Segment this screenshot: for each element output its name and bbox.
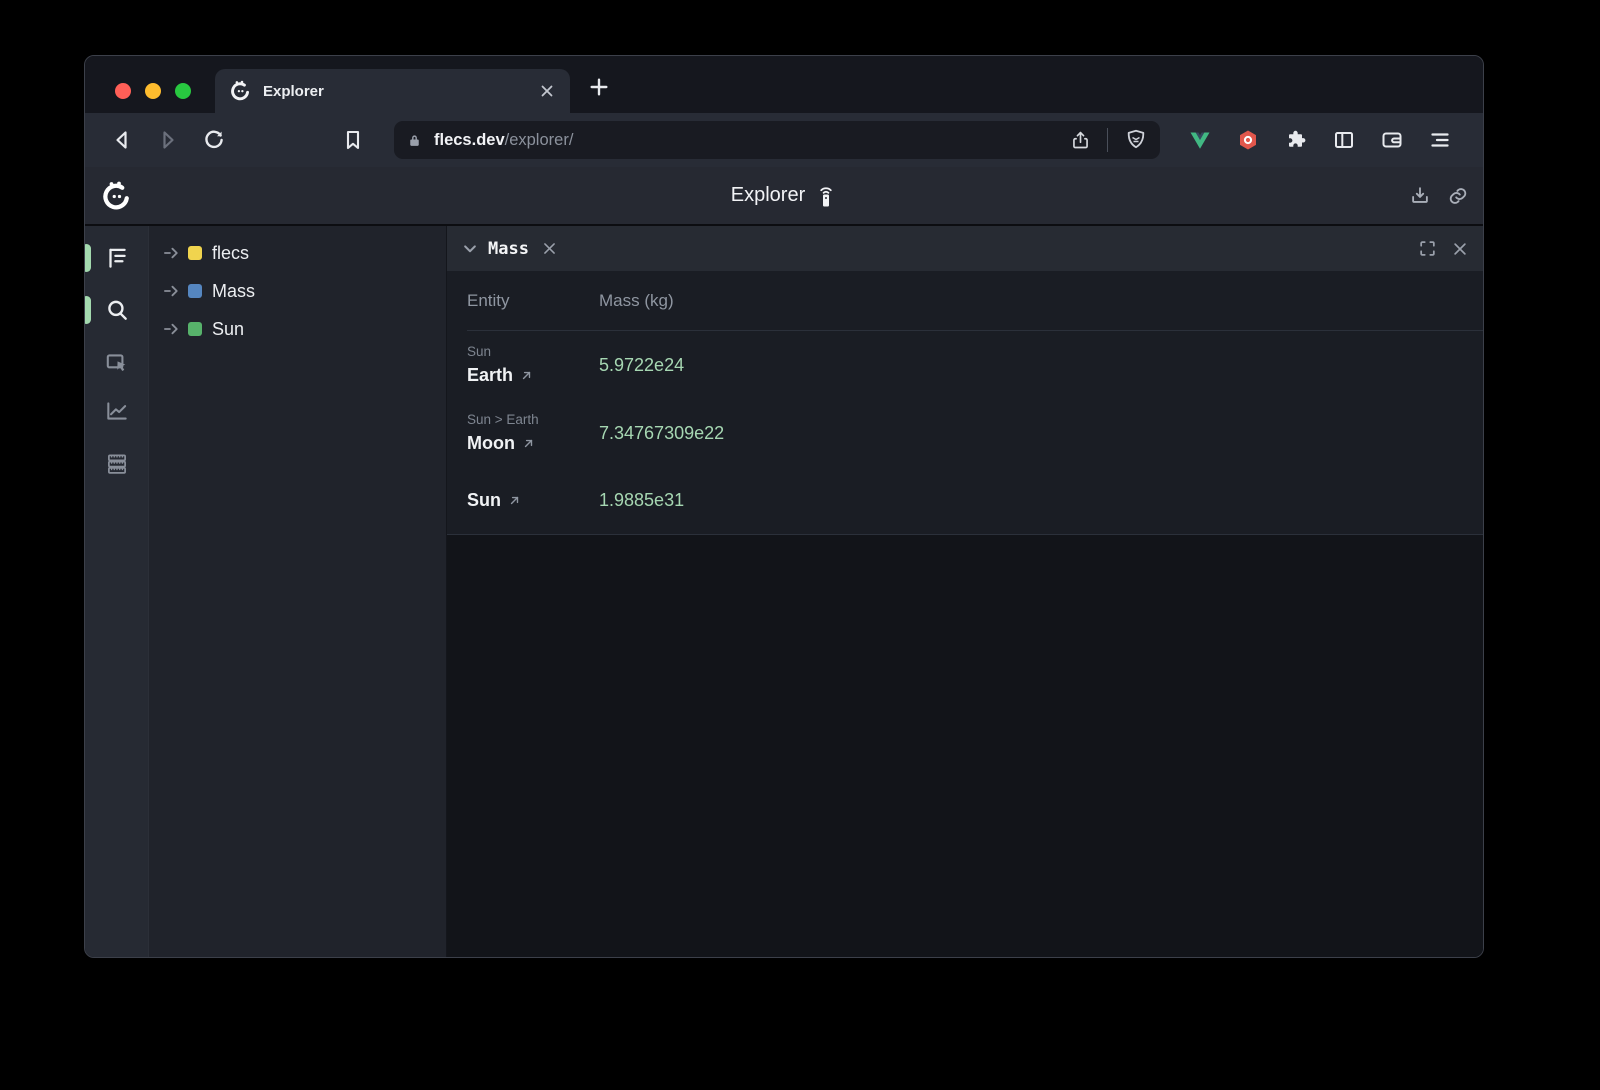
table-row: Sun 1.9885e31 bbox=[467, 476, 1483, 524]
lock-icon bbox=[406, 132, 423, 149]
query-panel: Mass Entity bbox=[446, 226, 1483, 957]
table-row: Sun Earth 5.9722e24 bbox=[467, 331, 1483, 399]
extensions-row bbox=[1188, 128, 1452, 152]
mass-value: 7.34767309e22 bbox=[599, 423, 724, 444]
expand-arrow-icon[interactable] bbox=[162, 281, 182, 301]
tree-item-mass[interactable]: Mass bbox=[149, 272, 446, 310]
fullscreen-icon[interactable] bbox=[1418, 239, 1437, 258]
tables-rows-icon[interactable] bbox=[104, 451, 130, 477]
expand-arrow-icon[interactable] bbox=[162, 319, 182, 339]
tree-item-label: Mass bbox=[212, 281, 255, 302]
brave-shield-icon[interactable] bbox=[1124, 128, 1148, 152]
tree-view-icon[interactable] bbox=[104, 245, 130, 271]
icon-sidebar bbox=[85, 226, 148, 957]
expand-arrow-icon[interactable] bbox=[162, 243, 182, 263]
app-title: Explorer bbox=[731, 184, 805, 207]
entity-color-swatch bbox=[188, 246, 202, 260]
flecs-favicon-icon bbox=[229, 80, 251, 102]
entity-parent-path: Sun bbox=[467, 342, 599, 362]
url-text: flecs.dev/explorer/ bbox=[434, 131, 1070, 150]
app-title-group: Explorer bbox=[85, 184, 1483, 208]
vue-devtools-icon[interactable] bbox=[1188, 128, 1212, 152]
entity-color-swatch bbox=[188, 284, 202, 298]
reload-button[interactable] bbox=[202, 128, 226, 152]
column-header-entity: Entity bbox=[467, 291, 599, 311]
close-window-button[interactable] bbox=[115, 83, 131, 99]
open-entity-arrow-icon[interactable] bbox=[520, 369, 533, 382]
query-title: Mass bbox=[488, 239, 529, 259]
minimize-window-button[interactable] bbox=[145, 83, 161, 99]
inspector-icon[interactable] bbox=[104, 350, 130, 376]
bookmark-icon[interactable] bbox=[341, 128, 365, 152]
navigation-bar: flecs.dev/explorer/ bbox=[85, 113, 1483, 167]
url-domain: flecs.dev bbox=[434, 131, 505, 149]
forward-button[interactable] bbox=[156, 128, 180, 152]
back-button[interactable] bbox=[110, 128, 134, 152]
column-header-mass: Mass (kg) bbox=[599, 291, 674, 311]
panel-empty-area bbox=[447, 535, 1483, 957]
desktop: Explorer bbox=[0, 0, 1600, 1090]
header-actions bbox=[1409, 185, 1469, 207]
tree-item-label: flecs bbox=[212, 243, 249, 264]
tree-item-sun[interactable]: Sun bbox=[149, 310, 446, 348]
query-close-icon[interactable] bbox=[541, 240, 558, 257]
mass-value: 1.9885e31 bbox=[599, 490, 684, 511]
tree-item-flecs[interactable]: flecs bbox=[149, 234, 446, 272]
query-panel-header: Mass bbox=[447, 226, 1483, 271]
table-row: Sun > Earth Moon 7.34767309e22 bbox=[467, 399, 1483, 467]
content-area: flecs Mass Sun bbox=[85, 226, 1483, 957]
search-icon[interactable] bbox=[104, 297, 130, 323]
table-header-row: Entity Mass (kg) bbox=[467, 271, 1483, 331]
traffic-lights bbox=[115, 83, 191, 99]
entity-link[interactable]: Sun bbox=[467, 490, 501, 511]
entity-color-swatch bbox=[188, 322, 202, 336]
results-table: Entity Mass (kg) Sun Earth bbox=[447, 271, 1483, 535]
divider bbox=[1107, 128, 1108, 152]
sidebar-toggle-icon[interactable] bbox=[1332, 128, 1356, 152]
browser-window: Explorer bbox=[84, 55, 1484, 958]
tab-strip: Explorer bbox=[85, 56, 1483, 113]
app-header: Explorer bbox=[85, 167, 1483, 226]
stats-chart-icon[interactable] bbox=[104, 398, 130, 424]
entity-link[interactable]: Moon bbox=[467, 433, 515, 454]
chevron-down-icon[interactable] bbox=[461, 240, 479, 258]
menu-icon[interactable] bbox=[1428, 128, 1452, 152]
entity-parent-path: Sun > Earth bbox=[467, 410, 599, 430]
share-icon[interactable] bbox=[1070, 130, 1091, 151]
tab-close-icon[interactable] bbox=[538, 82, 556, 100]
query-active-indicator bbox=[84, 296, 91, 324]
wallet-icon[interactable] bbox=[1380, 128, 1404, 152]
entity-tree-panel: flecs Mass Sun bbox=[148, 226, 446, 957]
remote-connection-icon[interactable] bbox=[815, 184, 837, 208]
address-bar[interactable]: flecs.dev/explorer/ bbox=[394, 121, 1160, 159]
browser-tab[interactable]: Explorer bbox=[215, 69, 570, 113]
extensions-puzzle-icon[interactable] bbox=[1284, 128, 1308, 152]
open-entity-arrow-icon[interactable] bbox=[522, 437, 535, 450]
mass-value: 5.9722e24 bbox=[599, 355, 684, 376]
tree-item-label: Sun bbox=[212, 319, 244, 340]
panel-close-icon[interactable] bbox=[1451, 240, 1469, 258]
open-entity-arrow-icon[interactable] bbox=[508, 494, 521, 507]
download-icon[interactable] bbox=[1409, 185, 1431, 207]
tree-active-indicator bbox=[84, 244, 91, 272]
maximize-window-button[interactable] bbox=[175, 83, 191, 99]
url-path: /explorer/ bbox=[505, 131, 574, 149]
tab-title: Explorer bbox=[263, 83, 538, 100]
link-icon[interactable] bbox=[1447, 185, 1469, 207]
entity-link[interactable]: Earth bbox=[467, 365, 513, 386]
new-tab-button[interactable] bbox=[588, 76, 610, 98]
hexagon-extension-icon[interactable] bbox=[1236, 128, 1260, 152]
